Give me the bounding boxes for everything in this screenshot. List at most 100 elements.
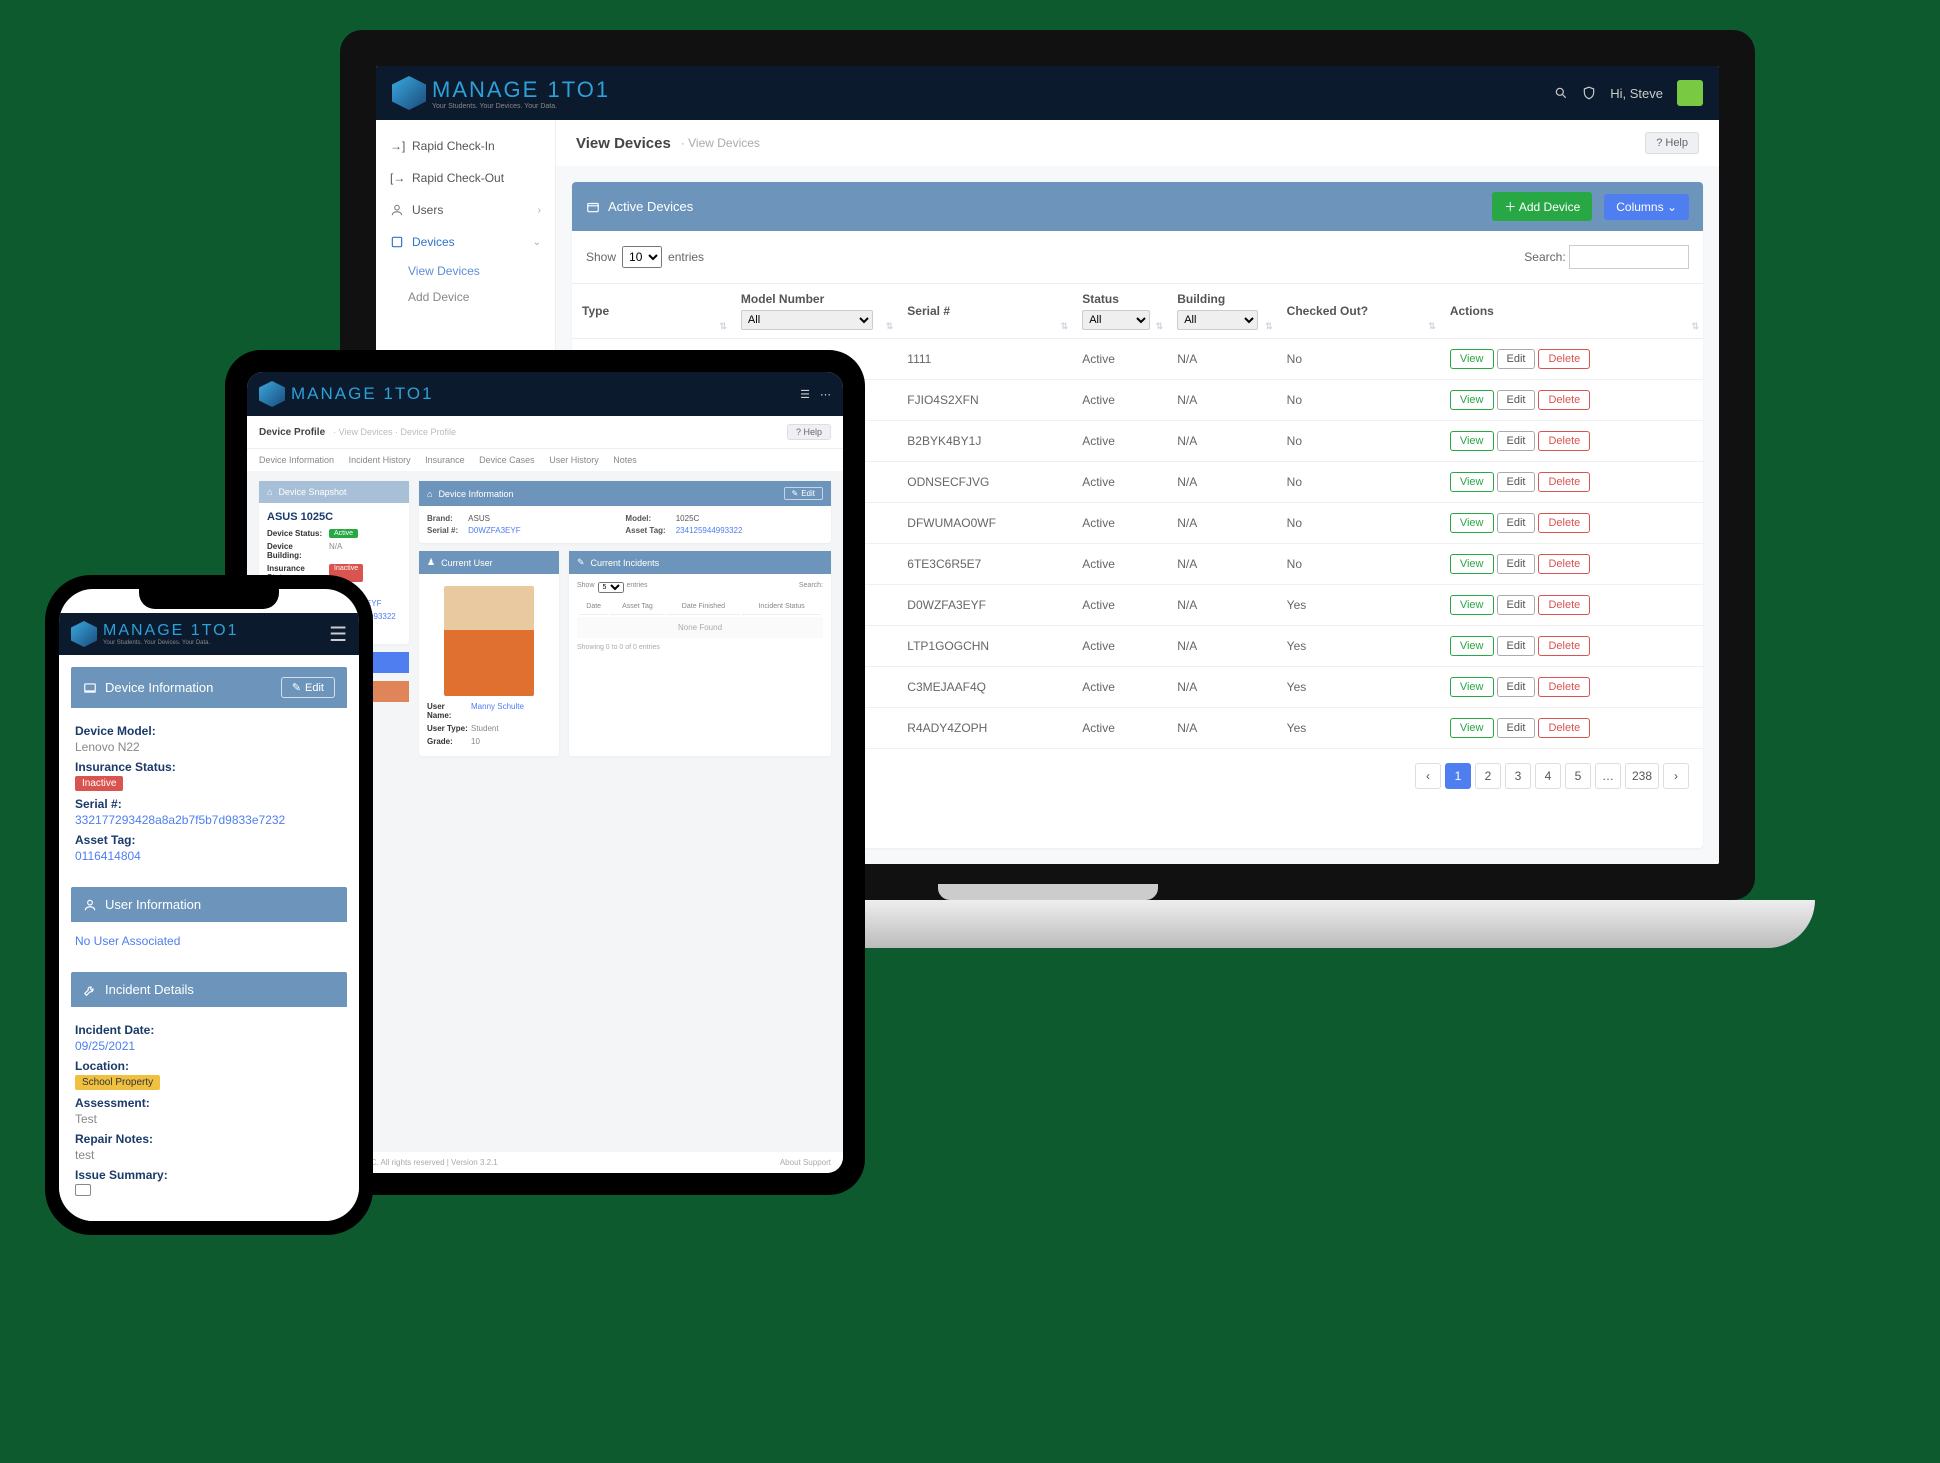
entries-label: entries xyxy=(668,250,704,264)
view-button[interactable]: View xyxy=(1450,431,1494,451)
delete-button[interactable]: Delete xyxy=(1538,718,1590,738)
tab-devinfo[interactable]: Device Information xyxy=(259,455,334,465)
edit-button[interactable]: Edit xyxy=(1497,390,1536,410)
col-model[interactable]: Model NumberAll⇅ xyxy=(731,284,897,339)
logo-cube-icon xyxy=(392,76,426,110)
more-icon[interactable]: ⋯ xyxy=(820,388,831,401)
columns-button[interactable]: Columns ⌄ xyxy=(1604,194,1689,220)
pager-page[interactable]: 4 xyxy=(1535,763,1561,789)
logo-cube-icon xyxy=(71,621,97,647)
shield-icon[interactable] xyxy=(1582,86,1596,100)
view-button[interactable]: View xyxy=(1450,718,1494,738)
brand-tagline: Your Students. Your Devices. Your Data. xyxy=(432,103,610,110)
user-photo xyxy=(444,586,534,696)
edit-button[interactable]: ✎ Edit xyxy=(281,677,335,698)
sidebar-sub-add-device[interactable]: Add Device xyxy=(376,284,555,310)
pager-last[interactable]: 238 xyxy=(1625,763,1659,789)
view-button[interactable]: View xyxy=(1450,677,1494,697)
sidebar-sub-view-devices[interactable]: View Devices xyxy=(376,258,555,284)
pager-page[interactable]: 1 xyxy=(1445,763,1471,789)
edit-button[interactable]: ✎ Edit xyxy=(784,487,824,500)
wrench-icon xyxy=(83,983,97,997)
delete-button[interactable]: Delete xyxy=(1538,349,1590,369)
folder-icon xyxy=(586,200,600,214)
tab-incident[interactable]: Incident History xyxy=(349,455,411,465)
col-checked[interactable]: Checked Out?⇅ xyxy=(1277,284,1440,339)
help-button[interactable]: ? Help xyxy=(1645,132,1699,154)
pager-page[interactable]: 2 xyxy=(1475,763,1501,789)
edit-button[interactable]: Edit xyxy=(1497,513,1536,533)
filter-status[interactable]: All xyxy=(1082,310,1149,330)
show-count-select[interactable]: 10 xyxy=(622,246,662,268)
help-button[interactable]: ? Help xyxy=(787,424,831,440)
panel-title: Active Devices xyxy=(608,199,693,214)
delete-button[interactable]: Delete xyxy=(1538,677,1590,697)
sidebar-item-devices[interactable]: Devices⌄ xyxy=(376,226,555,258)
delete-button[interactable]: Delete xyxy=(1538,390,1590,410)
view-button[interactable]: View xyxy=(1450,349,1494,369)
page-title: View Devices xyxy=(576,135,671,152)
tab-cases[interactable]: Device Cases xyxy=(479,455,535,465)
pager-prev[interactable]: ‹ xyxy=(1415,763,1441,789)
phone-notch xyxy=(139,589,279,609)
edit-button[interactable]: Edit xyxy=(1497,554,1536,574)
help-icon: ? xyxy=(1656,137,1662,149)
tab-nav: Device Information Incident History Insu… xyxy=(247,448,843,471)
screen-icon xyxy=(75,1184,91,1196)
phone-userinfo-card: User Information No User Associated xyxy=(71,887,347,958)
phone-topbar: MANAGE 1TO1Your Students. Your Devices. … xyxy=(59,613,359,655)
view-button[interactable]: View xyxy=(1450,636,1494,656)
filter-building[interactable]: All xyxy=(1177,310,1258,330)
view-button[interactable]: View xyxy=(1450,390,1494,410)
pager-page[interactable]: 5 xyxy=(1565,763,1591,789)
panel-header: Active Devices ＋ Add Device Columns ⌄ xyxy=(572,182,1703,231)
delete-button[interactable]: Delete xyxy=(1538,554,1590,574)
search-icon[interactable] xyxy=(1554,86,1568,100)
edit-button[interactable]: Edit xyxy=(1497,472,1536,492)
view-button[interactable]: View xyxy=(1450,472,1494,492)
status-badge: Active xyxy=(329,529,358,538)
edit-button[interactable]: Edit xyxy=(1497,636,1536,656)
tab-notes[interactable]: Notes xyxy=(613,455,637,465)
pager-page[interactable]: 3 xyxy=(1505,763,1531,789)
delete-button[interactable]: Delete xyxy=(1538,636,1590,656)
col-status[interactable]: StatusAll⇅ xyxy=(1072,284,1167,339)
edit-button[interactable]: Edit xyxy=(1497,349,1536,369)
add-device-button[interactable]: ＋ Add Device xyxy=(1492,192,1592,221)
laptop-icon: ⌂ xyxy=(427,489,432,499)
sidebar-item-checkin[interactable]: →]Rapid Check-In xyxy=(376,130,555,162)
snapshot-device: ASUS 1025C xyxy=(267,511,401,523)
view-button[interactable]: View xyxy=(1450,513,1494,533)
col-serial[interactable]: Serial #⇅ xyxy=(897,284,1072,339)
search-input[interactable] xyxy=(1569,245,1689,269)
arrow-out-icon: [→ xyxy=(390,171,404,185)
col-building[interactable]: BuildingAll⇅ xyxy=(1167,284,1276,339)
view-button[interactable]: View xyxy=(1450,595,1494,615)
brand-name: MANAGE 1TO1 xyxy=(432,77,610,102)
pager-next[interactable]: › xyxy=(1663,763,1689,789)
view-button[interactable]: View xyxy=(1450,554,1494,574)
sidebar-item-checkout[interactable]: [→Rapid Check-Out xyxy=(376,162,555,194)
delete-button[interactable]: Delete xyxy=(1538,431,1590,451)
menu-icon[interactable]: ☰ xyxy=(329,622,347,647)
edit-button[interactable]: Edit xyxy=(1497,595,1536,615)
inc-show-select[interactable]: 5 xyxy=(598,582,624,593)
no-user-text: No User Associated xyxy=(75,934,343,948)
sidebar-item-users[interactable]: Users› xyxy=(376,194,555,226)
edit-button[interactable]: Edit xyxy=(1497,718,1536,738)
delete-button[interactable]: Delete xyxy=(1538,513,1590,533)
tab-userhist[interactable]: User History xyxy=(549,455,599,465)
device-icon xyxy=(390,235,404,249)
show-label: Show xyxy=(586,250,616,264)
tab-insurance[interactable]: Insurance xyxy=(425,455,465,465)
delete-button[interactable]: Delete xyxy=(1538,472,1590,492)
laptop-icon xyxy=(83,681,97,695)
filter-model[interactable]: All xyxy=(741,310,873,330)
col-type[interactable]: Type⇅ xyxy=(572,284,731,339)
tablet-topbar: MANAGE 1TO1 ☰⋯ xyxy=(247,372,843,416)
edit-button[interactable]: Edit xyxy=(1497,431,1536,451)
menu-icon[interactable]: ☰ xyxy=(800,388,810,401)
edit-button[interactable]: Edit xyxy=(1497,677,1536,697)
delete-button[interactable]: Delete xyxy=(1538,595,1590,615)
user-avatar[interactable] xyxy=(1677,80,1703,106)
